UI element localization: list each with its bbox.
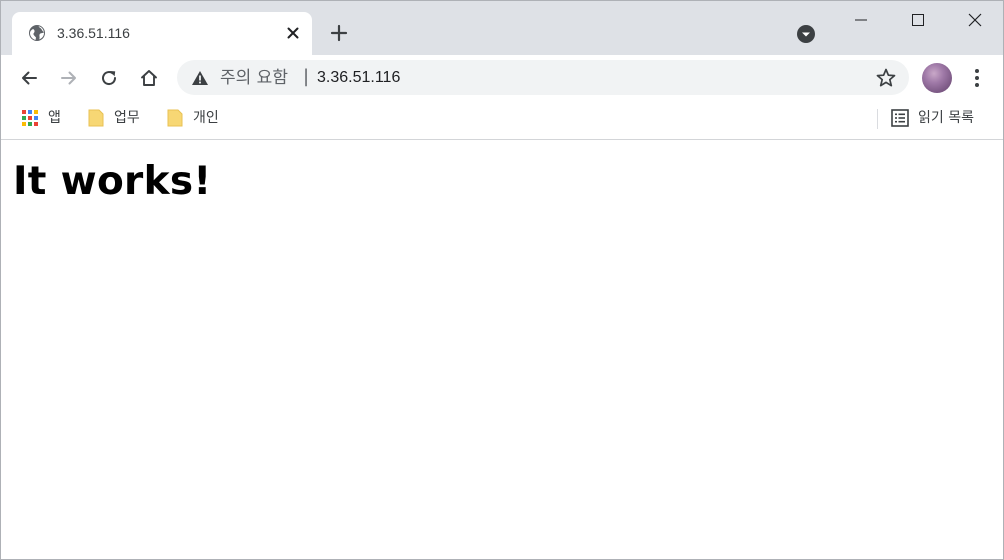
new-tab-icon[interactable]: [329, 23, 349, 43]
folder-icon: [88, 109, 104, 127]
browser-toolbar: 주의 요함 | 3.36.51.116: [1, 55, 1003, 101]
warning-icon[interactable]: [191, 69, 209, 87]
arrow-left-icon: [22, 71, 37, 85]
folder-icon: [167, 109, 183, 127]
bookmark-work-label: 업무: [114, 110, 140, 126]
bookmarks-bar: 앱 업무 개인 읽기 목록: [1, 101, 1003, 140]
tab-close-icon[interactable]: [284, 24, 302, 42]
more-menu-icon[interactable]: [967, 66, 987, 90]
tab-strip: 3.36.51.116: [1, 1, 1003, 55]
url-text[interactable]: 3.36.51.116: [317, 69, 400, 87]
address-bar[interactable]: 주의 요함 | 3.36.51.116: [177, 60, 909, 95]
security-status-label[interactable]: 주의 요함: [220, 68, 288, 88]
bookmark-folder-work[interactable]: 업무: [87, 107, 140, 129]
bookmark-apps[interactable]: 앱: [21, 107, 61, 129]
bookmark-personal-label: 개인: [193, 110, 219, 126]
maximize-icon: [912, 14, 924, 26]
reading-list-button[interactable]: 읽기 목록: [891, 107, 974, 129]
bookmarks-divider: [877, 109, 878, 129]
reload-button[interactable]: [94, 63, 124, 93]
tab-search-icon[interactable]: [796, 24, 816, 44]
minimize-button[interactable]: [833, 1, 889, 39]
browser-window: 3.36.51.116 주의 요함 | 3.36.51.116 앱 업무 개인 …: [0, 0, 1004, 560]
globe-icon: [28, 24, 46, 42]
maximize-button[interactable]: [890, 1, 946, 39]
reading-list-icon: [891, 109, 909, 127]
bookmark-star-icon[interactable]: [875, 67, 897, 89]
apps-grid-icon: [22, 110, 38, 126]
back-button[interactable]: [14, 63, 44, 93]
tab-active[interactable]: 3.36.51.116: [12, 12, 312, 55]
home-button[interactable]: [134, 63, 164, 93]
close-window-button[interactable]: [947, 1, 1003, 39]
page-heading: It works!: [13, 159, 212, 204]
bookmark-folder-personal[interactable]: 개인: [166, 107, 219, 129]
arrow-right-icon: [61, 71, 76, 85]
close-icon: [968, 13, 982, 27]
tab-title: 3.36.51.116: [57, 25, 130, 41]
minimize-icon: [855, 19, 867, 21]
address-separator: |: [303, 66, 310, 87]
reload-icon: [102, 71, 117, 86]
page-content: It works!: [1, 141, 1003, 559]
profile-avatar[interactable]: [922, 63, 952, 93]
bookmark-apps-label: 앱: [48, 110, 61, 126]
forward-button[interactable]: [54, 63, 84, 93]
reading-list-label: 읽기 목록: [918, 110, 974, 126]
home-icon: [141, 70, 157, 86]
